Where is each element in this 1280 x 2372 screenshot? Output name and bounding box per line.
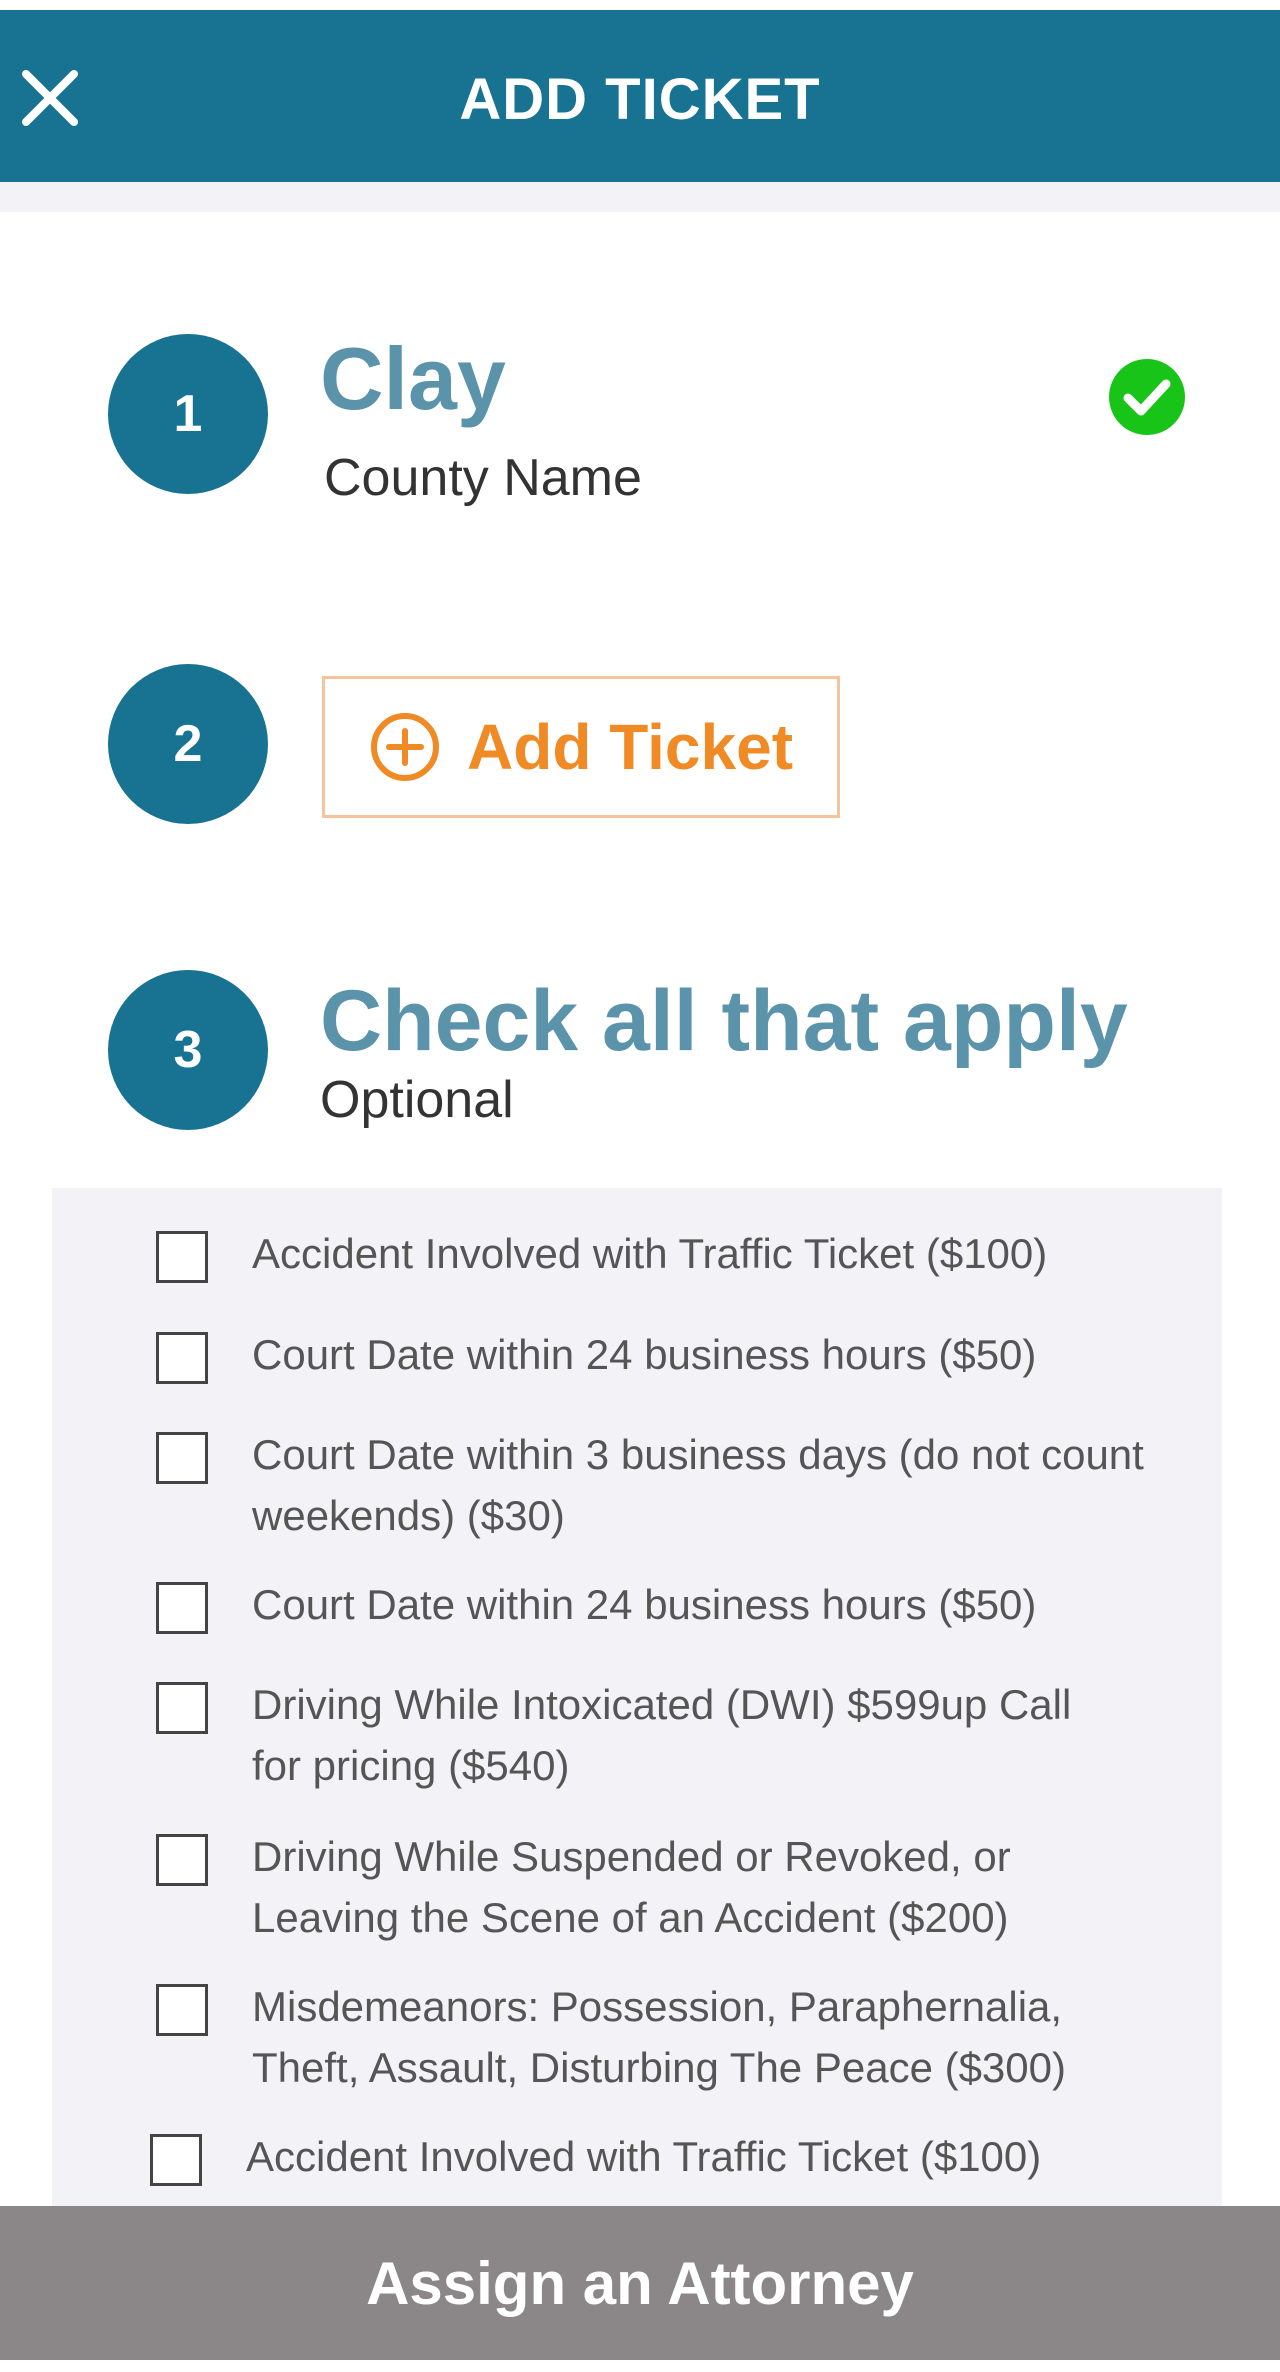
page-title: ADD TICKET [459,67,821,132]
header-divider [0,182,1280,212]
app-header: ADD TICKET [0,10,1280,182]
option-label: Court Date within 24 business hours ($50… [252,1331,1037,1378]
option-label: Accident Involved with Traffic Ticket ($… [246,2133,1042,2180]
step-2-number: 2 [173,715,203,773]
check-circle-icon [1109,359,1185,435]
plus-circle-icon [371,713,439,781]
option-label: Driving While Intoxicated (DWI) $599up C… [252,1681,1072,1789]
option-checkbox[interactable] [156,1432,208,1484]
county-value[interactable]: Clay [320,328,506,430]
option-label: Misdemeanors: Possession, Paraphernalia,… [252,1983,1066,2091]
option-checkbox[interactable] [150,2134,202,2186]
step-3-badge: 3 [108,970,268,1130]
option-label: Court Date within 3 business days (do no… [252,1431,1144,1539]
assign-attorney-button[interactable]: Assign an Attorney [0,2206,1280,2360]
checklist-title: Check all that apply [320,973,1128,1069]
option-label: Driving While Suspended or Revoked, or L… [252,1833,1011,1941]
option-label: Accident Involved with Traffic Ticket ($… [252,1230,1048,1277]
option-checkbox[interactable] [156,1332,208,1384]
checklist-subtitle: Optional [320,1071,514,1129]
step-3-number: 3 [173,1021,203,1079]
option-label: Court Date within 24 business hours ($50… [252,1581,1037,1628]
option-checkbox[interactable] [156,1682,208,1734]
add-ticket-label: Add Ticket [467,711,793,783]
option-checkbox[interactable] [156,1984,208,2036]
step-1-number: 1 [173,385,203,443]
option-checkbox[interactable] [156,1231,208,1283]
add-ticket-button[interactable]: Add Ticket [322,676,840,818]
county-label: County Name [324,449,642,507]
options-panel: Accident Involved with Traffic Ticket ($… [52,1188,1222,2206]
assign-attorney-label: Assign an Attorney [366,2249,914,2317]
option-checkbox[interactable] [156,1582,208,1634]
option-checkbox[interactable] [156,1834,208,1886]
step-1-badge: 1 [108,334,268,494]
step-2-badge: 2 [108,664,268,824]
